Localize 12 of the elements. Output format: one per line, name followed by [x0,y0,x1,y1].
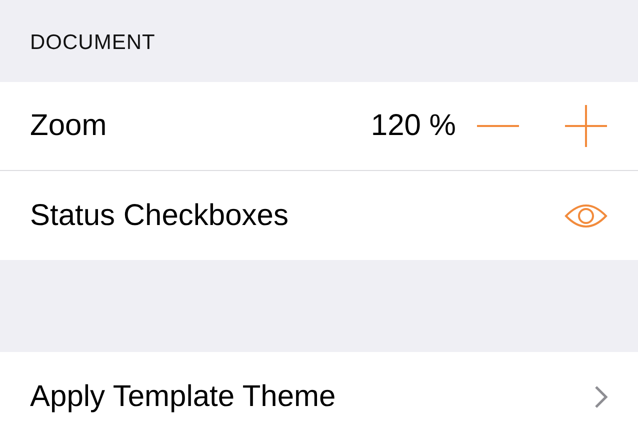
minus-icon [477,125,519,127]
row-label: Zoom [30,109,108,143]
settings-row[interactable]: Zoom 120 % [0,82,638,171]
plus-icon [564,104,608,148]
zoom-value: 120 % [370,109,456,143]
chevron-right-icon [594,384,608,408]
section-title: DOCUMENT [30,31,156,54]
settings-row[interactable]: Status Checkboxes [0,171,638,260]
row-label: Apply Template Theme [30,380,337,414]
row-label: Status Checkboxes [30,198,290,232]
settings-row[interactable]: Apply Template Theme [0,352,638,438]
zoom-in-button[interactable] [564,104,608,148]
